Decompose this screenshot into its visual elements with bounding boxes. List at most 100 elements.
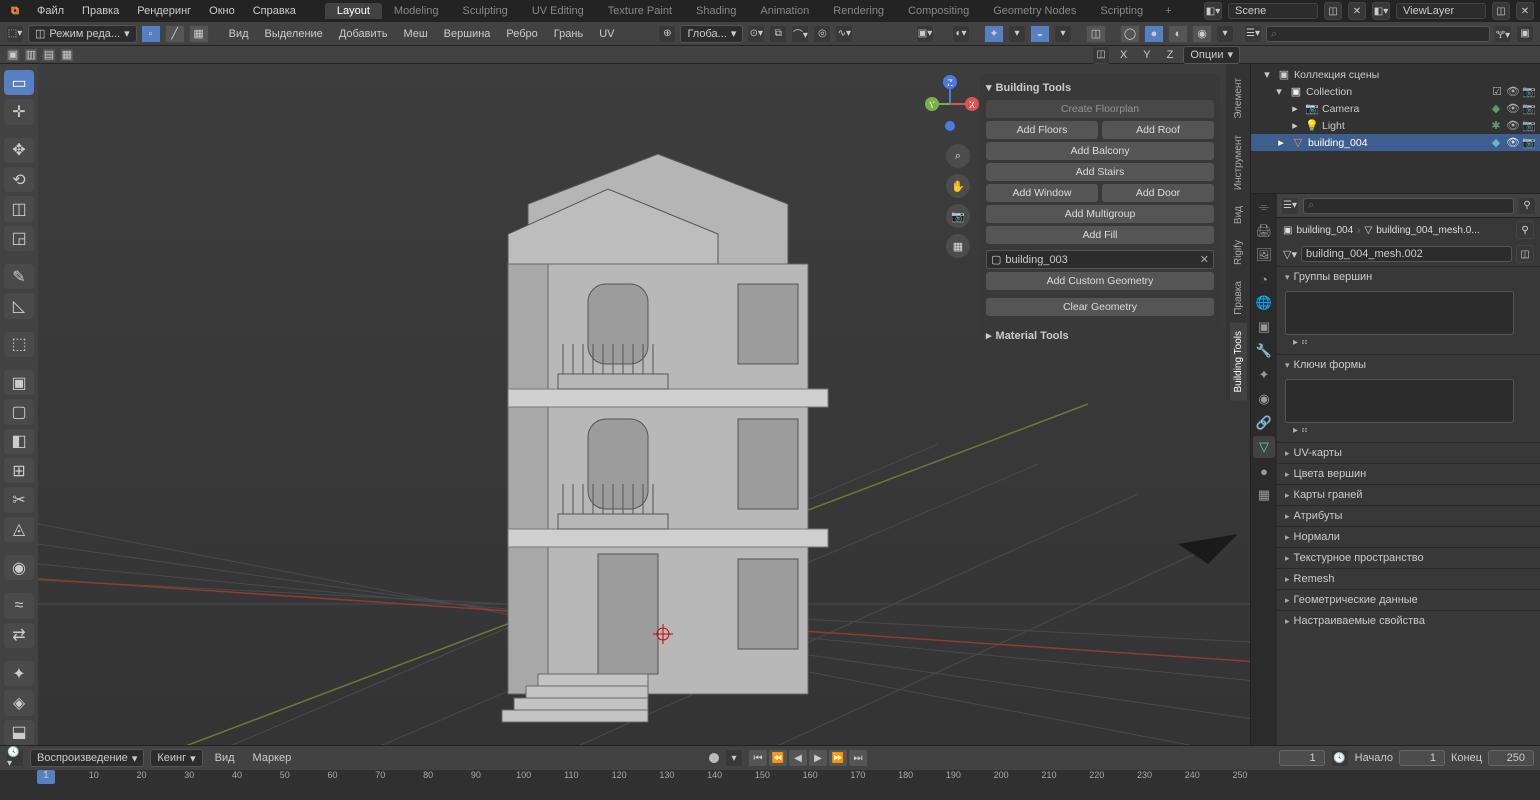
props-pin-icon[interactable]: ⚲ [1518,197,1536,215]
panel-remesh[interactable]: ▸Remesh [1277,569,1540,589]
tab-geonodes[interactable]: Geometry Nodes [981,3,1088,19]
nav-gizmo[interactable]: Z X Y [920,74,980,134]
shading-material[interactable]: ◐ [1168,25,1188,43]
ntab-btools[interactable]: Building Tools [1230,323,1247,401]
tool-riprgn[interactable]: ⬓ [4,720,34,745]
tool-knife[interactable]: ✂ [4,487,34,512]
timeline-view-menu[interactable]: Вид [209,751,241,765]
panel-material-tools-header[interactable]: ▸Material Tools [986,326,1214,345]
menu-edge[interactable]: Ребро [500,27,543,41]
tool-spin[interactable]: ◉ [4,555,34,580]
start-frame-field[interactable]: 1 [1399,750,1445,766]
eye-icon[interactable]: 👁 [1506,136,1520,149]
outliner-editor-icon[interactable]: ☰▾ [1244,25,1262,43]
outliner-light[interactable]: ▸💡 Light ✱ 👁📷 [1251,117,1540,134]
camera-icon[interactable]: 📷 [946,204,970,228]
end-frame-field[interactable]: 250 [1488,750,1534,766]
tool-polybuild[interactable]: ◬ [4,517,34,542]
menu-select[interactable]: Выделение [259,27,329,41]
ptab-viewlayer[interactable]: 🖼 [1253,244,1275,266]
axis-y-label[interactable]: Y [1137,48,1156,62]
add-stairs-button[interactable]: Add Stairs [986,163,1214,181]
eye-icon[interactable]: 👁 [1506,102,1520,115]
add-fill-button[interactable]: Add Fill [986,226,1214,244]
ptab-render[interactable]: ⌯ [1253,196,1275,218]
selmode-icon-2[interactable]: ▥ [24,48,38,62]
render-icon[interactable]: 📷 [1522,136,1536,149]
zoom-icon[interactable]: ⌕ [946,144,970,168]
timeline-marker-menu[interactable]: Маркер [247,751,298,765]
panel-building-tools-header[interactable]: ▾Building Tools [986,78,1214,97]
add-workspace-button[interactable]: + [1161,5,1175,17]
outliner-building[interactable]: ▸▽ building_004 ◆ 👁📷 [1251,134,1540,151]
menu-mesh[interactable]: Меш [397,27,433,41]
scene-new-button[interactable]: ◫ [1324,2,1342,20]
select-mode-edge[interactable]: ╱ [165,25,185,43]
shading-wireframe[interactable]: ◯ [1120,25,1140,43]
keying-menu[interactable]: Кеинг▾ [150,749,202,767]
panel-uvmaps[interactable]: ▸UV-карты [1277,443,1540,463]
orbit-method-icon[interactable]: ◐▾ [952,25,970,43]
panel-texspace[interactable]: ▸Текстурное пространство [1277,548,1540,568]
menu-help[interactable]: Справка [244,0,305,22]
tool-measure[interactable]: ◺ [4,293,34,318]
eye-icon[interactable]: 👁 [1506,85,1520,98]
panel-vertex-groups[interactable]: ▾Группы вершин [1277,267,1540,287]
play-button[interactable]: ▶ [809,750,827,766]
pan-icon[interactable]: ✋ [946,174,970,198]
checkbox-icon[interactable]: ☑ [1490,85,1504,98]
editor-type-icon[interactable]: ⬚▾ [6,25,24,43]
add-multigroup-button[interactable]: Add Multigroup [986,205,1214,223]
menu-window[interactable]: Окно [200,0,244,22]
axis-z-label[interactable]: Z [1161,48,1180,62]
mesh-name-field[interactable]: building_004_mesh.002 [1301,246,1512,262]
overlay-toggle[interactable]: ◒ [1030,25,1050,43]
play-reverse-button[interactable]: ◀ [789,750,807,766]
panel-normals[interactable]: ▸Нормали [1277,527,1540,547]
add-custom-geometry-button[interactable]: Add Custom Geometry [986,272,1214,290]
ptab-texture[interactable]: ▦ [1253,484,1275,506]
menu-face[interactable]: Грань [548,27,589,41]
timeline-editor-icon[interactable]: 🕓▾ [6,749,24,767]
tab-layout[interactable]: Layout [325,3,382,19]
add-door-button[interactable]: Add Door [1102,184,1214,202]
viewport[interactable]: Пользовательская перспектива (1) buildin… [38,64,1250,745]
current-frame-field[interactable]: 1 [1279,750,1325,766]
tool-add-cube[interactable]: ⬚ [4,332,34,357]
add-window-button[interactable]: Add Window [986,184,1098,202]
mode-dropdown[interactable]: ◫Режим реда...▾ [28,25,137,43]
render-icon[interactable]: 📷 [1522,119,1536,132]
ntab-view[interactable]: Вид [1230,198,1247,232]
ptab-scene[interactable]: ◔ [1253,268,1275,290]
tool-transform[interactable]: ◲ [4,226,34,251]
tool-annotate[interactable]: ✎ [4,264,34,289]
shape-key-list[interactable] [1285,379,1514,423]
render-icon[interactable]: 📷 [1522,102,1536,115]
xray-toggle[interactable]: ◫ [1086,25,1106,43]
tool-scale[interactable]: ◫ [4,196,34,221]
jump-end-button[interactable]: ⏭ [849,750,867,766]
keyframe-next-button[interactable]: ⏩ [829,750,847,766]
add-roof-button[interactable]: Add Roof [1102,121,1214,139]
viewlayer-new-button[interactable]: ◫ [1492,2,1510,20]
tool-shear[interactable]: ◈ [4,690,34,715]
ntab-item[interactable]: Элемент [1230,70,1247,127]
eye-icon[interactable]: 👁 [1506,119,1520,132]
select-mode-face[interactable]: ▦ [189,25,209,43]
pivot-icon[interactable]: ⊙▾ [747,25,765,43]
add-floors-button[interactable]: Add Floors [986,121,1098,139]
menu-add[interactable]: Добавить [333,27,394,41]
snap-menu-icon[interactable]: ⌒▾ [791,25,809,43]
orientation-dropdown[interactable]: Глоба...▾ [680,25,743,43]
menu-file[interactable]: Файл [28,0,73,22]
shading-rendered[interactable]: ◉ [1192,25,1212,43]
menu-vertex[interactable]: Вершина [438,27,497,41]
proportional-menu-icon[interactable]: ∿▾ [835,25,853,43]
menu-uv[interactable]: UV [593,27,620,41]
jump-start-button[interactable]: ⏮ [749,750,767,766]
tab-rendering[interactable]: Rendering [821,3,896,19]
render-icon[interactable]: 📷 [1522,85,1536,98]
tab-compositing[interactable]: Compositing [896,3,981,19]
options-dropdown[interactable]: Опции▾ [1183,46,1240,64]
breadcrumb-pin-icon[interactable]: ⚲ [1516,221,1534,239]
